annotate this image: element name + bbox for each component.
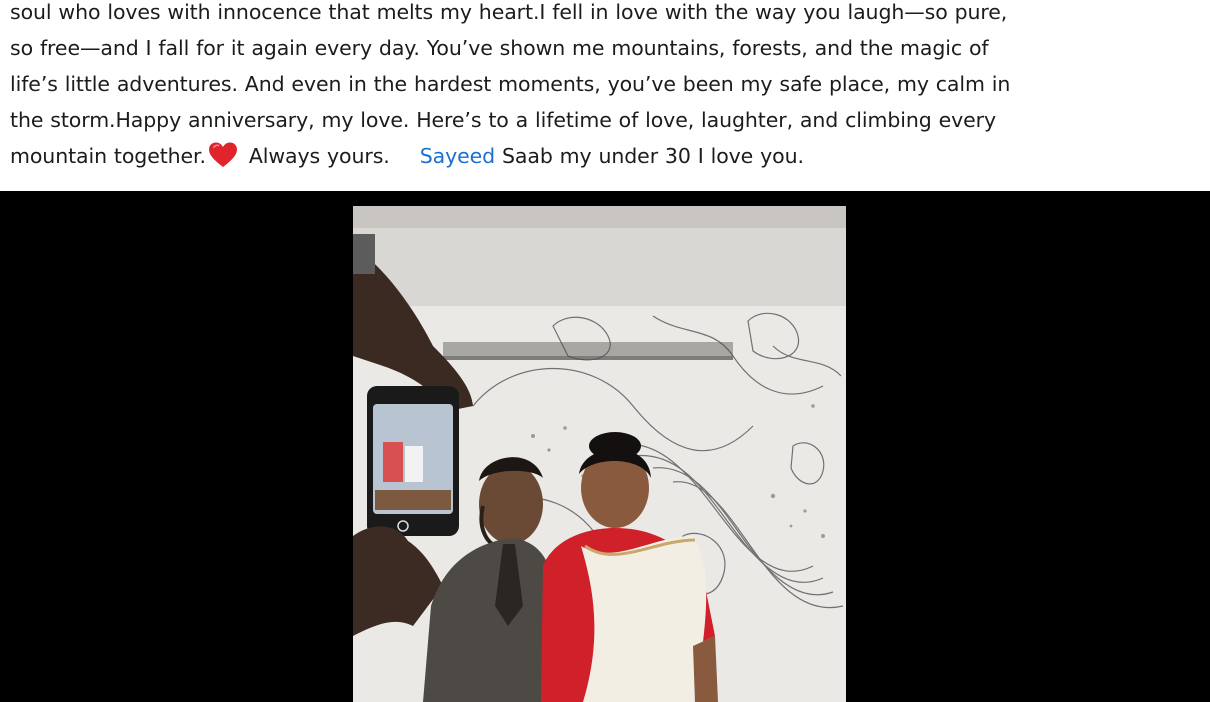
caption-line-1: soul who loves with innocence that melts… bbox=[10, 0, 1008, 24]
media-viewer[interactable] bbox=[0, 191, 1210, 702]
caption-line-2: so free—and I fall for it again every da… bbox=[10, 36, 989, 60]
heart-icon bbox=[208, 141, 238, 180]
caption-line-5: mountain together. Always yours. Sayeed S… bbox=[10, 138, 1200, 180]
caption-line-3: life’s little adventures. And even in th… bbox=[10, 72, 1011, 96]
caption-line-5-start: mountain together. bbox=[10, 144, 206, 168]
video-thumbnail[interactable] bbox=[353, 206, 846, 702]
caption-line-5-end: Saab my under 30 I love you. bbox=[495, 144, 804, 168]
caption-line-4: the storm.Happy anniversary, my love. He… bbox=[10, 108, 996, 132]
post-caption: soul who loves with innocence that melts… bbox=[10, 0, 1200, 180]
mention-link-sayeed[interactable]: Sayeed bbox=[420, 144, 495, 168]
caption-line-5-sign-off: Always yours. bbox=[241, 144, 390, 168]
post-container: soul who loves with innocence that melts… bbox=[0, 0, 1210, 702]
